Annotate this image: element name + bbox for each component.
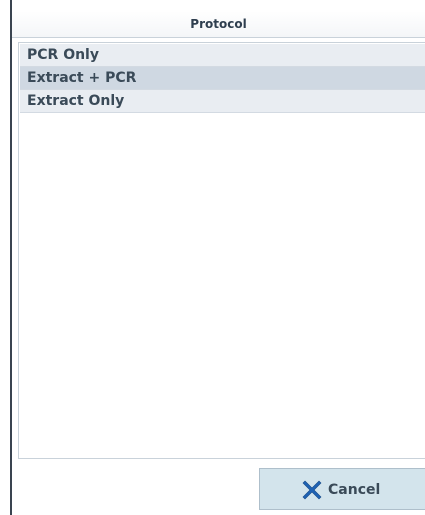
cancel-button-content: Cancel [302,479,380,501]
protocol-item-extract-only[interactable]: Extract Only [20,90,425,113]
cancel-button[interactable]: Cancel [259,468,425,510]
protocol-item-extract-pcr[interactable]: Extract + PCR [20,67,425,90]
cancel-button-label: Cancel [328,482,381,498]
x-icon [302,480,322,500]
protocol-dialog: Protocol PCR Only Extract + PCR Extract … [0,0,425,515]
title-bar: Protocol [12,11,425,38]
dialog-title: Protocol [190,17,247,31]
protocol-item-label: Extract + PCR [27,70,137,86]
dialog-footer: Cancel [12,460,425,515]
protocol-list-panel: PCR Only Extract + PCR Extract Only [18,42,425,459]
window-border [10,0,12,515]
protocol-list: PCR Only Extract + PCR Extract Only [20,44,425,113]
protocol-item-label: PCR Only [27,47,99,63]
protocol-item-pcr-only[interactable]: PCR Only [20,44,425,67]
protocol-item-label: Extract Only [27,93,125,109]
